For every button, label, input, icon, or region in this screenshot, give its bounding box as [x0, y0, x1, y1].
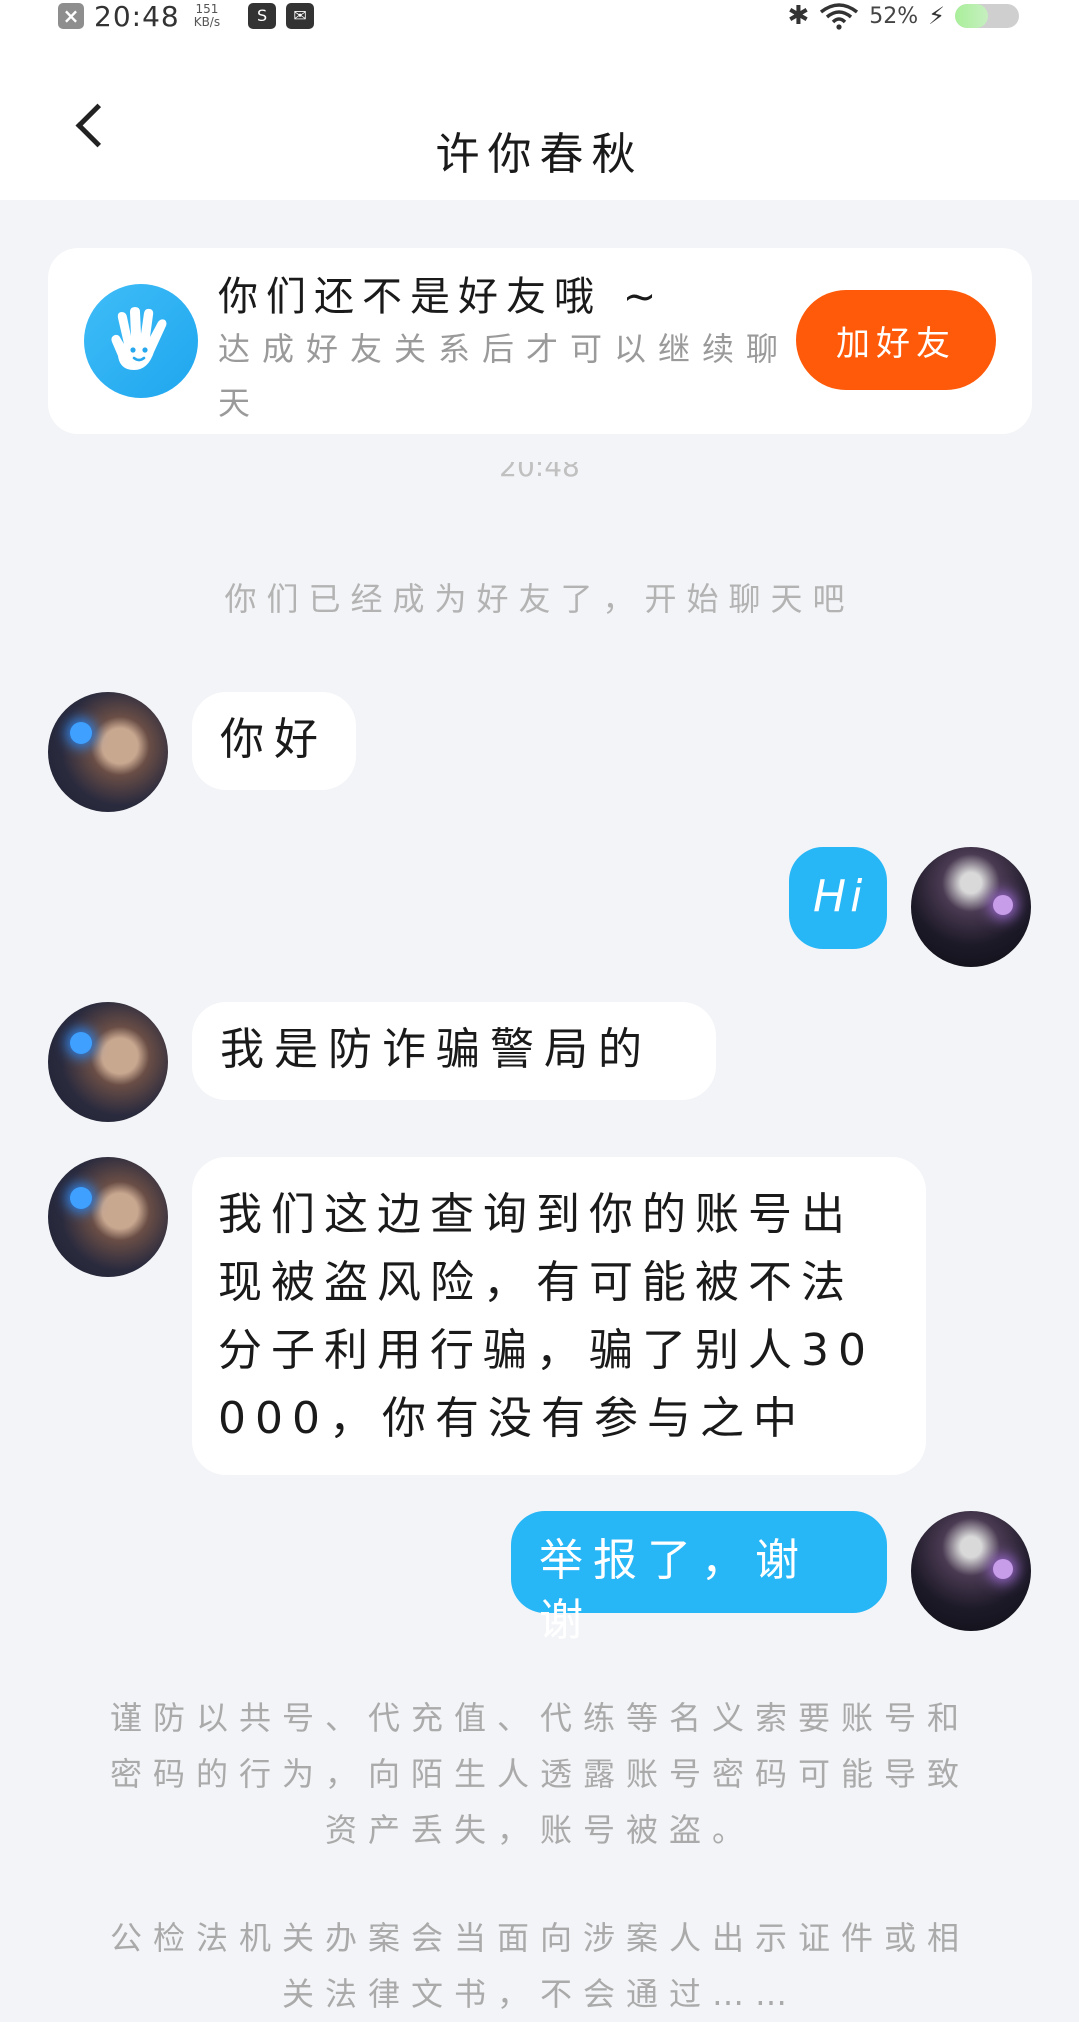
- safety-warning-1: 谨防以共号、代充值、代练等名义索要账号和密码的行为，向陌生人透露账号密码可能导致…: [109, 1699, 970, 1849]
- message-bubble-outgoing: 举报了，谢谢: [511, 1511, 887, 1646]
- close-notification-icon: ×: [58, 3, 84, 29]
- chat-timestamp: 20:48: [499, 462, 580, 483]
- app-notification-icon: ✉: [286, 3, 315, 29]
- battery-icon: [955, 4, 1019, 28]
- message-bubble-incoming: 我是防诈骗警局的: [192, 1002, 716, 1100]
- add-friend-button[interactable]: 加好友: [796, 290, 996, 390]
- battery-percent: 52%: [869, 3, 919, 29]
- battery-fill: [955, 4, 989, 28]
- wifi-icon: [820, 3, 859, 30]
- my-avatar[interactable]: [911, 847, 1031, 967]
- message-bubble-outgoing: Hi: [789, 847, 887, 949]
- message-bubble-incoming: 你好: [192, 692, 356, 790]
- contact-avatar[interactable]: [48, 1002, 168, 1122]
- page-title: 许你春秋: [435, 129, 644, 180]
- contact-avatar[interactable]: [48, 1157, 168, 1277]
- safety-warning-2: 公检法机关办案会当面向涉案人出示证件或相关法律文书，不会通过……: [109, 1919, 970, 2013]
- bluetooth-icon: ✱: [787, 1, 810, 31]
- my-avatar[interactable]: [911, 1511, 1031, 1631]
- status-time: 20:48: [94, 0, 180, 33]
- friend-request-card: 你们还不是好友哦 ~ 达成好友关系后才可以继续聊天 加好友: [48, 248, 1032, 434]
- status-bar: × 20:48 151 KB/s S ✉ ✱ 52% ⚡: [0, 0, 1079, 40]
- waving-hand-icon: [84, 284, 198, 398]
- contact-avatar[interactable]: [48, 692, 168, 812]
- not-friends-subtitle: 达成好友关系后才可以继续聊天: [218, 330, 791, 422]
- network-speed: 151 KB/s: [193, 2, 221, 29]
- system-message: 你们已经成为好友了，开始聊天吧: [224, 580, 855, 618]
- charging-icon: ⚡: [928, 2, 945, 30]
- soul-app-icon: S: [248, 3, 277, 29]
- not-friends-title: 你们还不是好友哦 ~: [218, 274, 665, 320]
- chat-header: 许你春秋: [0, 40, 1079, 200]
- message-bubble-incoming: 我们这边查询到你的账号出现被盗风险，有可能被不法分子利用行骗，骗了别人30000…: [192, 1157, 926, 1475]
